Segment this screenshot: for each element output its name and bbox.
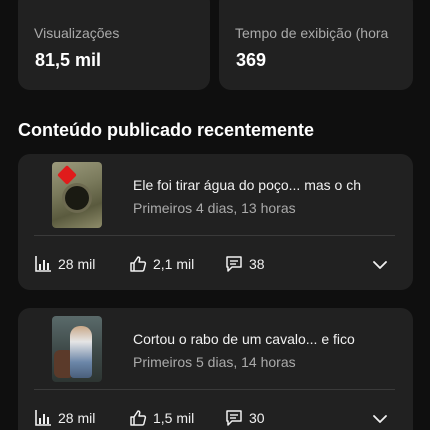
comments-metric: 30 (225, 408, 265, 428)
card-divider (34, 235, 395, 236)
video-period: Primeiros 4 dias, 13 horas (133, 200, 296, 216)
video-thumbnail[interactable] (52, 316, 102, 382)
views-count: 28 mil (58, 256, 96, 272)
likes-metric: 1,5 mil (129, 408, 194, 428)
card-divider (34, 389, 395, 390)
bar-chart-icon (35, 410, 51, 426)
video-title[interactable]: Cortou o rabo de um cavalo... e fico (133, 331, 409, 347)
comments-count: 30 (249, 410, 265, 426)
views-count: 28 mil (58, 410, 96, 426)
views-stat-card[interactable]: Visualizações 81,5 mil (18, 0, 210, 90)
comment-icon (226, 256, 242, 272)
analytics-page: Visualizações 81,5 mil Tempo de exibição… (0, 0, 430, 430)
watch-time-stat-value: 369 (236, 50, 267, 70)
video-thumbnail[interactable] (52, 162, 102, 228)
likes-metric: 2,1 mil (129, 254, 194, 274)
likes-count: 2,1 mil (153, 256, 195, 272)
section-title: Conteúdo publicado recentemente (18, 120, 315, 140)
chevron-down-icon[interactable] (370, 255, 390, 275)
thumbnail-arrow-shape (57, 165, 77, 185)
watch-time-stat-card[interactable]: Tempo de exibição (hora 369 (219, 0, 413, 90)
thumbs-up-icon (130, 410, 147, 426)
video-card[interactable]: Cortou o rabo de um cavalo... e fico Pri… (18, 308, 413, 430)
comments-metric: 38 (225, 254, 265, 274)
chevron-down-icon[interactable] (370, 409, 390, 429)
thumbnail-person-shape (70, 326, 92, 378)
bar-chart-icon (35, 256, 51, 272)
views-stat-label: Visualizações (34, 25, 120, 41)
video-title[interactable]: Ele foi tirar água do poço... mas o ch (133, 177, 409, 193)
thumbnail-well-shape (65, 186, 89, 210)
views-stat-value: 81,5 mil (35, 50, 102, 70)
video-card[interactable]: Ele foi tirar água do poço... mas o ch P… (18, 154, 413, 290)
watch-time-stat-label: Tempo de exibição (hora (235, 25, 389, 41)
comment-icon (226, 410, 242, 426)
video-period: Primeiros 5 dias, 14 horas (133, 354, 296, 370)
views-metric: 28 mil (34, 254, 95, 274)
thumbs-up-icon (130, 256, 147, 272)
likes-count: 1,5 mil (153, 410, 195, 426)
views-metric: 28 mil (34, 408, 95, 428)
comments-count: 38 (249, 256, 265, 272)
